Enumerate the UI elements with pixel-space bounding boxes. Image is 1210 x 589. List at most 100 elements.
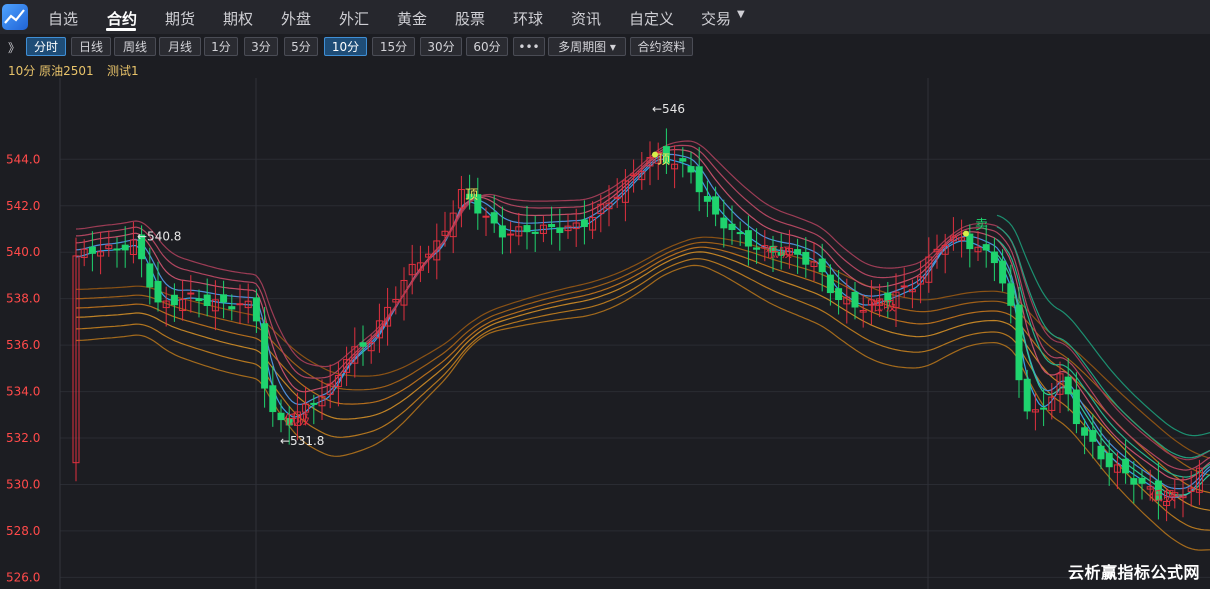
- nav-item-9[interactable]: 资讯: [571, 8, 601, 29]
- candle-body: [794, 249, 802, 255]
- high-price-label: ←546: [652, 102, 685, 116]
- slow-ma-ribbon: [75, 236, 1210, 551]
- signal-label: 低吸: [870, 299, 896, 314]
- candle-body: [359, 342, 367, 347]
- period-button-8[interactable]: 15分: [372, 37, 415, 56]
- candle-body: [1023, 378, 1031, 412]
- candle-body: [121, 244, 129, 251]
- candle-body: [712, 196, 720, 215]
- chart-grid: 544.0 542.0 540.0 538.0 536.0 534.0 532.0 530.0…: [6, 78, 1210, 589]
- ma-line: [75, 258, 1210, 531]
- period-button-6[interactable]: 5分: [284, 37, 318, 56]
- candle-body: [1064, 376, 1072, 395]
- candle-body: [835, 288, 843, 301]
- nav-active-underline: [106, 28, 136, 31]
- candle-body: [498, 225, 506, 238]
- nav-item-4[interactable]: 外盘: [281, 8, 311, 29]
- candle-body: [531, 231, 539, 234]
- candle-body: [269, 385, 277, 413]
- nav-item-7[interactable]: 股票: [455, 8, 485, 29]
- nav-item-2[interactable]: 期货: [165, 8, 195, 29]
- candle-body: [679, 158, 687, 162]
- candle-body: [695, 166, 703, 193]
- candle-body: [990, 251, 998, 264]
- kline-chart[interactable]: 544.0 542.0 540.0 538.0 536.0 534.0 532.0 530.0…: [0, 78, 1210, 589]
- period-button-1[interactable]: 日线: [71, 37, 111, 56]
- candle-body: [236, 303, 244, 306]
- signal-label: 顶: [465, 188, 478, 203]
- nav-item-10[interactable]: 自定义: [629, 8, 674, 29]
- ma-line: [75, 264, 1210, 551]
- signal-dot: [652, 151, 658, 158]
- y-tick-label: 544.0: [6, 152, 40, 166]
- candle-body: [999, 260, 1007, 284]
- ma-line: [75, 246, 1210, 494]
- period-button-12[interactable]: 多周期图 ▾: [548, 37, 626, 56]
- candle-body: [548, 224, 556, 228]
- period-button-7[interactable]: 10分: [324, 37, 367, 56]
- symbol-label: 10分 原油2501: [8, 64, 94, 78]
- candle-body: [507, 233, 515, 236]
- candle-body: [826, 274, 834, 294]
- candle-body: [154, 280, 162, 303]
- ma-line: [75, 241, 1210, 476]
- period-button-13[interactable]: 合约资料: [630, 37, 693, 56]
- candle-body: [687, 166, 695, 173]
- candle-body: [310, 402, 318, 405]
- nav-item-0[interactable]: 自选: [48, 8, 78, 29]
- y-tick-label: 542.0: [6, 199, 40, 213]
- period-button-2[interactable]: 周线: [114, 37, 156, 56]
- collapse-toggle[interactable]: 》: [8, 39, 20, 56]
- app-logo-icon[interactable]: [2, 4, 28, 30]
- candle-body: [490, 212, 498, 224]
- candle-body: [556, 227, 564, 233]
- signal-label: 卖: [975, 218, 988, 233]
- candle-body: [966, 233, 974, 250]
- candle-body: [146, 263, 154, 288]
- low-price-label: ←531.8: [280, 434, 324, 448]
- candle-body: [703, 196, 711, 202]
- candle-body: [203, 294, 211, 306]
- candle-body: [900, 285, 908, 288]
- fast-ma-ribbon: [75, 140, 1210, 499]
- period-button-9[interactable]: 30分: [420, 37, 462, 56]
- candle-body: [744, 230, 752, 247]
- y-tick-label: 536.0: [6, 338, 40, 352]
- y-tick-label: 538.0: [6, 292, 40, 306]
- period-button-10[interactable]: 60分: [466, 37, 508, 56]
- candle-body: [1089, 430, 1097, 442]
- indicator-label: 测试1: [107, 64, 139, 78]
- period-button-4[interactable]: 1分: [204, 37, 238, 56]
- ma-line: [75, 140, 1210, 461]
- period-button-3[interactable]: 月线: [159, 37, 201, 56]
- candle-body: [1072, 389, 1080, 425]
- nav-item-5[interactable]: 外汇: [339, 8, 369, 29]
- signal-label: 低吸: [1150, 490, 1176, 505]
- nav-item-1[interactable]: 合约: [107, 8, 137, 29]
- nav-item-3[interactable]: 期权: [223, 8, 253, 29]
- candle-body: [802, 251, 810, 265]
- nav-item-6[interactable]: 黄金: [397, 8, 427, 29]
- candle-body: [1097, 445, 1105, 460]
- period-button-5[interactable]: 3分: [244, 37, 278, 56]
- nav-item-8[interactable]: 环球: [513, 8, 543, 29]
- candle-body: [1040, 407, 1048, 410]
- candle-body: [1015, 304, 1023, 381]
- top-navigation: 自选 合约 期货 期权 外盘 外汇 黄金 股票 环球 资讯 自定义 交易 ▼: [0, 0, 1210, 34]
- trade-chevron-down-icon[interactable]: ▼: [737, 9, 745, 20]
- candle-body: [580, 219, 588, 228]
- candle-body: [187, 292, 195, 295]
- signal-dot: [963, 230, 969, 237]
- candle-body: [720, 217, 728, 229]
- signal-label: 低吸: [766, 246, 792, 261]
- candle-body: [728, 223, 736, 231]
- candle-body: [1105, 453, 1113, 468]
- period-button-0[interactable]: 分时: [26, 37, 66, 56]
- candle-body: [170, 294, 178, 306]
- y-tick-label: 528.0: [6, 524, 40, 538]
- candle-body: [851, 291, 859, 308]
- ma-line: [75, 158, 1210, 499]
- period-button-11[interactable]: •••: [513, 37, 545, 56]
- nav-item-11[interactable]: 交易: [701, 8, 731, 29]
- candle-body: [252, 297, 260, 322]
